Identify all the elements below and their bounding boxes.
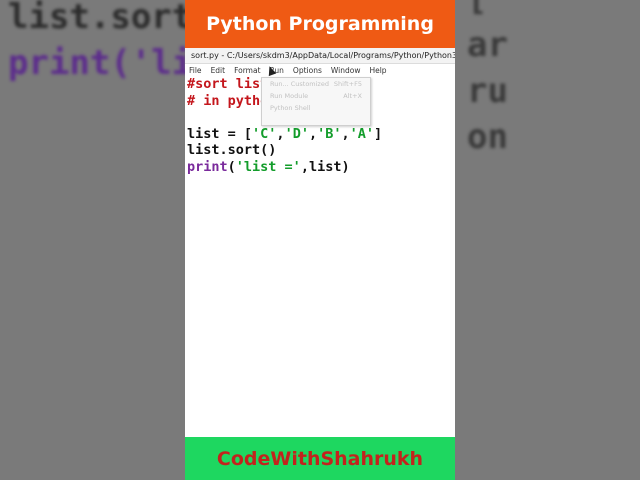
dropdown-label-1: Run... Customized	[270, 80, 329, 88]
print-args: ,list)	[300, 158, 350, 175]
bg-left-line-2: print('li	[8, 43, 185, 83]
list-item-d: 'D'	[284, 125, 309, 142]
background-code-right: [ ar ru on	[467, 0, 508, 160]
bg-right-line-3: ru	[467, 71, 508, 111]
menu-help[interactable]: Help	[365, 66, 391, 75]
dropdown-shortcut-1: Shift+F5	[333, 80, 362, 88]
menu-edit[interactable]: Edit	[207, 66, 231, 75]
dropdown-label-3: Python Shell	[270, 104, 311, 112]
dropdown-shortcut-2: Alt+X	[343, 92, 362, 100]
run-menu-dropdown: Run... Customized Shift+F5 Run Module Alt+…	[261, 77, 371, 126]
background-left: list.sort print('li	[0, 0, 185, 480]
bg-right-line-4: on	[467, 117, 508, 157]
list-item-a: 'A'	[349, 125, 375, 142]
list-assign: list = [	[187, 125, 253, 142]
code-line-sort: list.sort()	[187, 142, 277, 158]
print-string: 'list ='	[235, 158, 301, 175]
bg-right-line-1: [	[467, 0, 487, 19]
dropdown-item-run-customized[interactable]: Run... Customized Shift+F5	[262, 78, 370, 90]
print-func: print	[187, 158, 228, 175]
background-code-left: list.sort print('li	[8, 0, 185, 86]
menu-options[interactable]: Options	[289, 66, 327, 75]
menu-format[interactable]: Format	[230, 66, 265, 75]
print-open: (	[227, 158, 236, 175]
menu-window[interactable]: Window	[327, 66, 366, 75]
window-titlebar: sort.py - C:/Users/skdm3/AppData/Local/P…	[185, 48, 455, 64]
list-close: ]	[374, 125, 383, 142]
menu-file[interactable]: File	[185, 66, 207, 75]
dropdown-label-2: Run Module	[270, 92, 309, 100]
window-title: sort.py - C:/Users/skdm3/AppData/Local/P…	[191, 51, 455, 60]
bg-right-line-2: ar	[467, 25, 508, 65]
title-banner: Python Programming	[185, 0, 455, 48]
background-right: [ ar ru on	[455, 0, 640, 480]
list-item-c: 'C'	[252, 125, 277, 142]
list-item-b: 'B'	[317, 125, 342, 142]
channel-banner: CodeWithShahrukh	[185, 437, 455, 480]
code-line-print: print('list =',list)	[187, 159, 350, 175]
dropdown-item-python-shell[interactable]: Python Shell	[262, 102, 370, 114]
bg-left-line-1: list.sort	[8, 0, 185, 37]
code-line-list: list = ['C','D','B','A']	[187, 125, 383, 142]
dropdown-item-run-module[interactable]: Run Module Alt+X	[262, 90, 370, 102]
video-panel: Python Programming sort.py - C:/Users/sk…	[185, 0, 455, 480]
